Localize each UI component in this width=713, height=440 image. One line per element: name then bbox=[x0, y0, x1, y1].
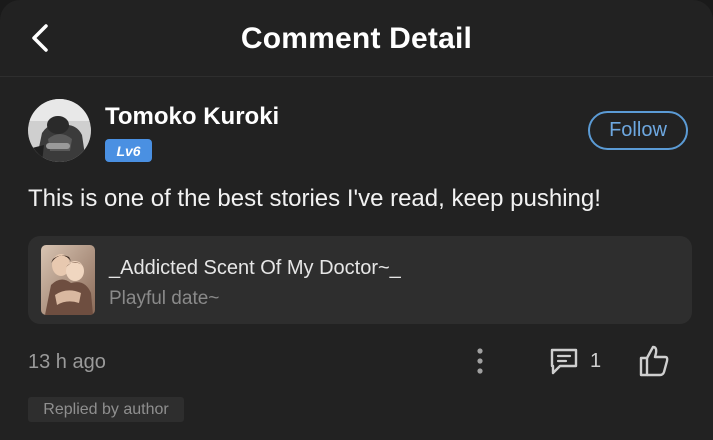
comment-timestamp: 13 h ago bbox=[28, 351, 106, 373]
reply-count: 1 bbox=[590, 349, 602, 372]
book-title: _Addicted Scent Of My Doctor~_ bbox=[109, 257, 401, 279]
username[interactable]: Tomoko Kuroki bbox=[105, 103, 279, 131]
book-subtitle: Playful date~ bbox=[109, 288, 220, 309]
more-options-button[interactable] bbox=[468, 346, 492, 376]
book-card[interactable]: _Addicted Scent Of My Doctor~_ Playful d… bbox=[28, 236, 692, 324]
replied-by-author-tag: Replied by author bbox=[28, 397, 184, 422]
comment-detail-screen: Comment Detail Tomoko Kuroki Lv6 Follow … bbox=[0, 0, 713, 440]
page-title: Comment Detail bbox=[240, 22, 473, 55]
comment-text: This is one of the best stories I've rea… bbox=[28, 185, 601, 212]
follow-button[interactable]: Follow bbox=[588, 111, 688, 150]
book-cover bbox=[41, 245, 95, 315]
thumbs-up-icon bbox=[639, 345, 669, 377]
avatar-image bbox=[28, 99, 91, 162]
like-button[interactable] bbox=[638, 344, 670, 378]
level-badge: Lv6 bbox=[105, 139, 152, 162]
comment-bubble-icon bbox=[550, 348, 578, 375]
more-vertical-icon bbox=[477, 348, 483, 374]
reply-button[interactable]: 1 bbox=[548, 344, 601, 378]
avatar[interactable] bbox=[28, 99, 91, 162]
book-cover-image bbox=[41, 245, 95, 315]
header-bar: Comment Detail bbox=[0, 0, 713, 77]
